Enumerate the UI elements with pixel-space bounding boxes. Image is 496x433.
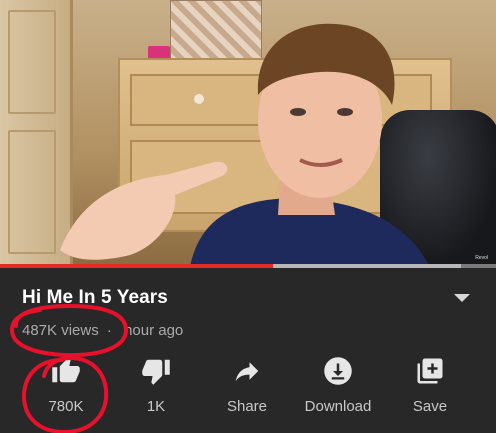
add-to-playlist-icon <box>417 358 443 384</box>
progress-buffered <box>272 264 462 268</box>
expand-description-icon[interactable] <box>454 294 470 302</box>
dislike-count: 1K <box>146 398 166 415</box>
meta-separator: · <box>106 322 112 339</box>
share-label: Share <box>226 398 268 415</box>
download-icon <box>324 357 352 385</box>
download-button[interactable]: Download <box>288 356 388 426</box>
share-icon <box>235 362 259 381</box>
upload-time: hour ago <box>124 322 184 339</box>
save-label: Save <box>412 398 448 415</box>
video-watermark: Revol <box>475 255 488 261</box>
action-bar: 780K 1K Share Download Save <box>0 356 496 426</box>
progress-played <box>0 264 273 268</box>
thumbs-up-icon <box>52 357 80 383</box>
view-count: 487K views <box>22 322 99 339</box>
video-player[interactable]: Revol <box>0 0 496 267</box>
video-title: Hi Me In 5 Years <box>22 287 168 308</box>
dislike-button[interactable]: 1K <box>106 356 206 426</box>
like-count: 780K <box>48 398 84 415</box>
like-button[interactable]: 780K <box>16 356 116 426</box>
person-figure <box>60 23 430 267</box>
download-label: Download <box>304 398 372 415</box>
save-button[interactable]: Save <box>380 356 480 426</box>
video-progress-bar[interactable] <box>0 264 496 268</box>
video-meta: 487K views · hour ago <box>22 322 183 339</box>
thumbs-down-icon <box>142 359 170 385</box>
share-button[interactable]: Share <box>197 356 297 426</box>
